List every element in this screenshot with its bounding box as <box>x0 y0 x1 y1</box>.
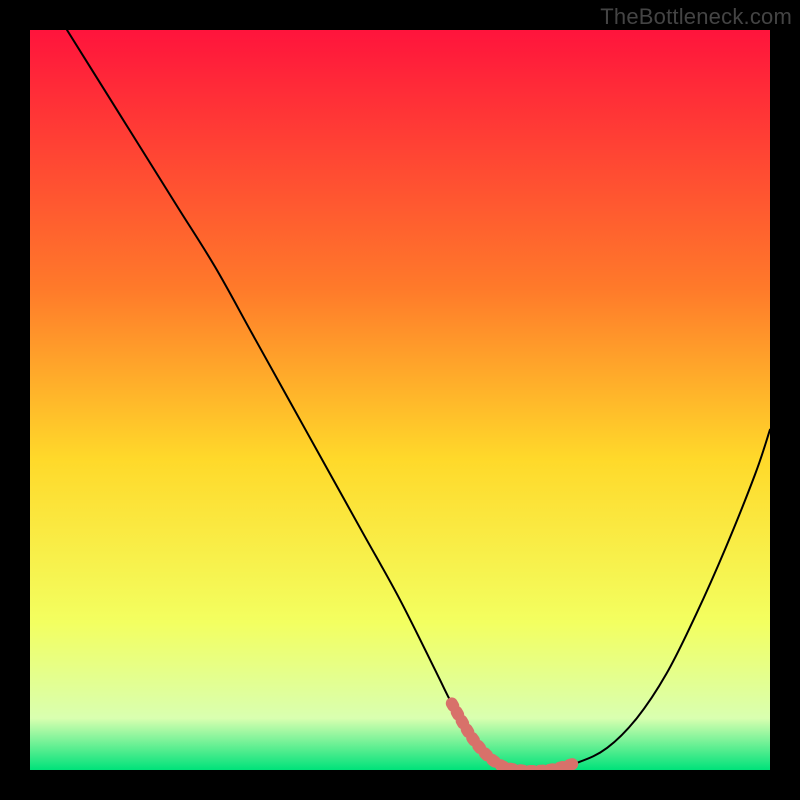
bottleneck-chart <box>30 30 770 770</box>
gradient-background <box>30 30 770 770</box>
plot-area <box>30 30 770 770</box>
watermark-label: TheBottleneck.com <box>600 4 792 30</box>
chart-container: TheBottleneck.com <box>0 0 800 800</box>
